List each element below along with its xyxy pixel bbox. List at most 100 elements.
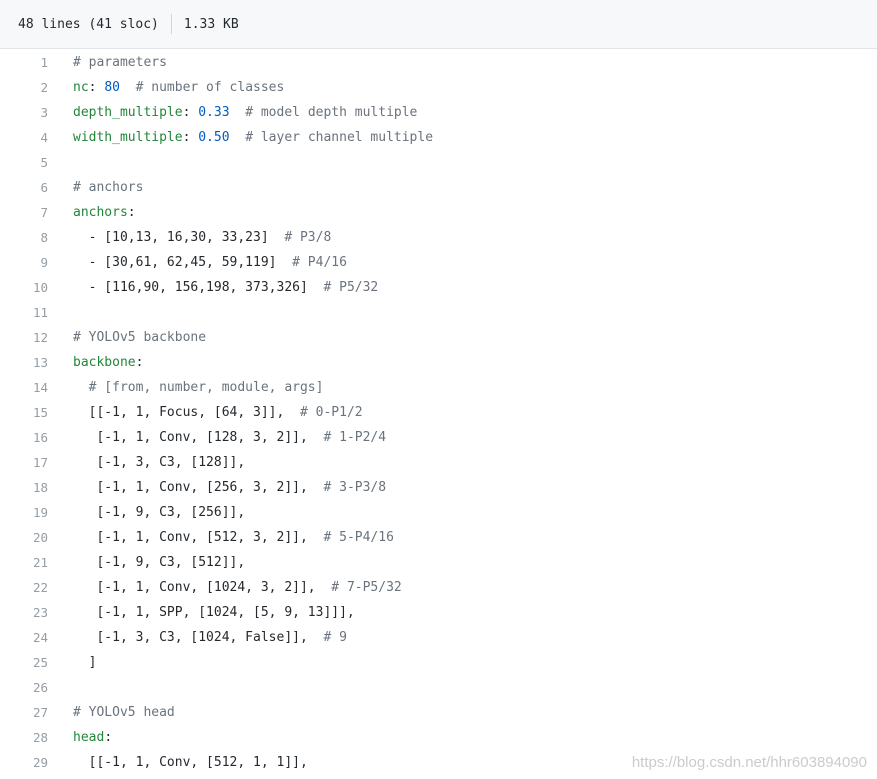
line-number[interactable]: 22 — [0, 575, 48, 600]
comment-token: # number of classes — [119, 80, 285, 95]
line-number[interactable]: 5 — [0, 150, 48, 175]
line-number[interactable]: 21 — [0, 550, 48, 575]
text-token: [-1, 1, SPP, [1024, [5, 9, 13]]], — [73, 605, 355, 620]
text-token: : — [135, 355, 144, 370]
line-number[interactable]: 10 — [0, 275, 48, 300]
line-number[interactable]: 2 — [0, 75, 48, 100]
text-token: [-1, 1, Conv, [512, 3, 2]], — [73, 530, 308, 545]
code-line: 10 - [116,90, 156,198, 373,326] # P5/32 — [0, 275, 877, 300]
code-line: 5 — [0, 150, 877, 175]
line-content: width_multiple: 0.50 # layer channel mul… — [73, 125, 433, 150]
code-line: 23 [-1, 1, SPP, [1024, [5, 9, 13]]], — [0, 600, 877, 625]
line-content: backbone: — [73, 350, 143, 375]
line-number[interactable]: 11 — [0, 300, 48, 325]
code-line: 19 [-1, 9, C3, [256]], — [0, 500, 877, 525]
file-size: 1.33 KB — [183, 16, 239, 32]
number-token: 0.33 — [198, 105, 230, 120]
line-number[interactable]: 29 — [0, 750, 48, 775]
key-token: head — [73, 730, 105, 745]
line-content: [-1, 9, C3, [512]], — [73, 550, 245, 575]
key-token: depth_multiple — [73, 105, 183, 120]
code-line: 13 backbone: — [0, 350, 877, 375]
header-divider — [170, 14, 172, 34]
line-number[interactable]: 1 — [0, 50, 48, 75]
line-number[interactable]: 7 — [0, 200, 48, 225]
comment-token: # 0-P1/2 — [284, 405, 363, 420]
comment-token: # P5/32 — [307, 280, 379, 295]
line-number[interactable]: 23 — [0, 600, 48, 625]
text-token: [-1, 9, C3, [512]], — [73, 555, 246, 570]
comment-token: # YOLOv5 head — [73, 705, 175, 720]
number-token: 80 — [104, 80, 120, 95]
text-token: - [10,13, 16,30, 33,23] — [73, 230, 269, 245]
code-line: 24 [-1, 3, C3, [1024, False]], # 9 — [0, 625, 877, 650]
file-info-bar: 48 lines (41 sloc) 1.33 KB — [0, 0, 877, 49]
text-token: ] — [73, 655, 97, 670]
line-number[interactable]: 25 — [0, 650, 48, 675]
text-token: [-1, 1, Conv, [128, 3, 2]], — [73, 430, 308, 445]
text-token: [-1, 1, Conv, [1024, 3, 2]], — [73, 580, 316, 595]
code-line: 14 # [from, number, module, args] — [0, 375, 877, 400]
text-token: : — [127, 205, 136, 220]
comment-token: # 5-P4/16 — [307, 530, 394, 545]
code-line: 22 [-1, 1, Conv, [1024, 3, 2]], # 7-P5/3… — [0, 575, 877, 600]
line-number[interactable]: 17 — [0, 450, 48, 475]
text-token: : — [104, 730, 113, 745]
line-content: ] — [73, 650, 97, 675]
line-number[interactable]: 15 — [0, 400, 48, 425]
text-token: [[-1, 1, Focus, [64, 3]], — [73, 405, 285, 420]
line-number[interactable]: 8 — [0, 225, 48, 250]
code-line: 27 # YOLOv5 head — [0, 700, 877, 725]
code-line: 28 head: — [0, 725, 877, 750]
line-content: [[-1, 1, Conv, [512, 1, 1]], — [73, 750, 308, 775]
line-number[interactable]: 13 — [0, 350, 48, 375]
comment-token: # P3/8 — [268, 230, 332, 245]
line-number[interactable]: 27 — [0, 700, 48, 725]
code-line: 3 depth_multiple: 0.33 # model depth mult… — [0, 100, 877, 125]
key-token: nc — [73, 80, 89, 95]
comment-token: # anchors — [73, 180, 144, 195]
comment-token: # [from, number, module, args] — [73, 380, 324, 395]
line-number[interactable]: 18 — [0, 475, 48, 500]
comment-token: # 9 — [307, 630, 347, 645]
line-content: # [from, number, module, args] — [73, 375, 324, 400]
line-number[interactable]: 14 — [0, 375, 48, 400]
line-number[interactable]: 28 — [0, 725, 48, 750]
line-number[interactable]: 16 — [0, 425, 48, 450]
line-content: [[-1, 1, Focus, [64, 3]], # 0-P1/2 — [73, 400, 363, 425]
code-line: 20 [-1, 1, Conv, [512, 3, 2]], # 5-P4/16 — [0, 525, 877, 550]
line-number[interactable]: 4 — [0, 125, 48, 150]
line-number[interactable]: 24 — [0, 625, 48, 650]
line-content: [-1, 1, Conv, [256, 3, 2]], # 3-P3/8 — [73, 475, 386, 500]
comment-token: # parameters — [73, 55, 167, 70]
code-line: 15 [[-1, 1, Focus, [64, 3]], # 0-P1/2 — [0, 400, 877, 425]
line-content: # YOLOv5 head — [73, 700, 175, 725]
comment-token: # 7-P5/32 — [315, 580, 402, 595]
text-token: [-1, 1, Conv, [256, 3, 2]], — [73, 480, 308, 495]
text-token: : — [182, 105, 199, 120]
line-number[interactable]: 26 — [0, 675, 48, 700]
line-content: - [10,13, 16,30, 33,23] # P3/8 — [73, 225, 332, 250]
comment-token: # P4/16 — [276, 255, 347, 270]
line-content: [-1, 9, C3, [256]], — [73, 500, 245, 525]
line-number[interactable]: 20 — [0, 525, 48, 550]
text-token: - [30,61, 62,45, 59,119] — [73, 255, 277, 270]
code-line: 7 anchors: — [0, 200, 877, 225]
line-content: depth_multiple: 0.33 # model depth multi… — [73, 100, 417, 125]
code-line: 1 # parameters — [0, 50, 877, 75]
line-number[interactable]: 3 — [0, 100, 48, 125]
line-number[interactable]: 19 — [0, 500, 48, 525]
line-content: nc: 80 # number of classes — [73, 75, 284, 100]
line-number[interactable]: 6 — [0, 175, 48, 200]
line-content: [-1, 3, C3, [1024, False]], # 9 — [73, 625, 347, 650]
line-content: [-1, 1, SPP, [1024, [5, 9, 13]]], — [73, 600, 355, 625]
code-line: 8 - [10,13, 16,30, 33,23] # P3/8 — [0, 225, 877, 250]
line-content: [-1, 1, Conv, [512, 3, 2]], # 5-P4/16 — [73, 525, 394, 550]
key-token: backbone — [73, 355, 136, 370]
text-token: : — [182, 130, 199, 145]
line-number[interactable]: 12 — [0, 325, 48, 350]
text-token: [-1, 3, C3, [128]], — [73, 455, 246, 470]
text-token: [[-1, 1, Conv, [512, 1, 1]], — [73, 755, 308, 770]
code-line: 21 [-1, 9, C3, [512]], — [0, 550, 877, 575]
line-number[interactable]: 9 — [0, 250, 48, 275]
